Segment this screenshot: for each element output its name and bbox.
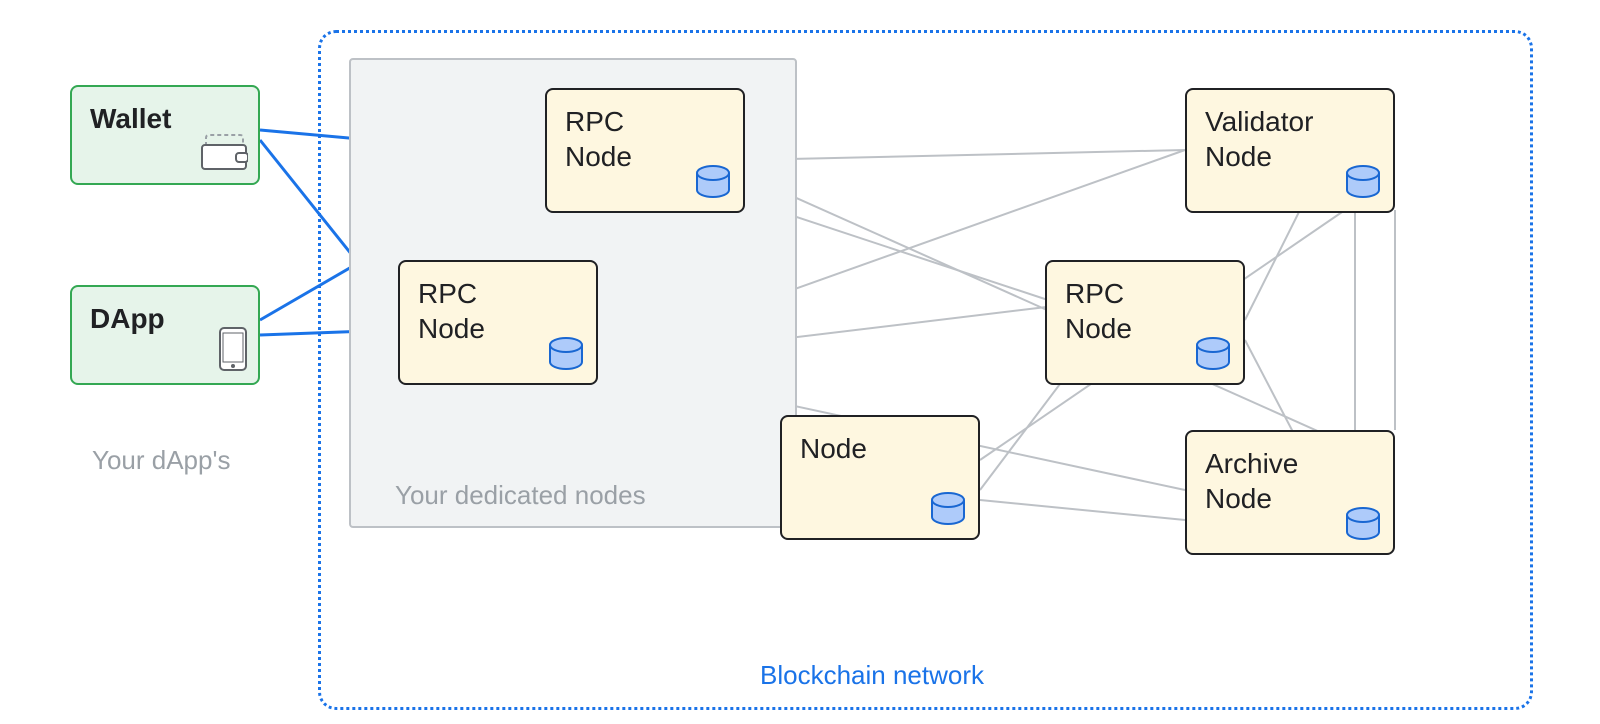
diagram-stage: Wallet DApp Your dApp's RPC Node RPC Nod… bbox=[0, 0, 1600, 724]
database-icon bbox=[546, 336, 586, 377]
network-caption: Blockchain network bbox=[760, 660, 984, 691]
dapp-box: DApp bbox=[70, 285, 260, 385]
database-icon bbox=[1343, 164, 1383, 205]
dedicated-caption: Your dedicated nodes bbox=[395, 480, 646, 511]
wallet-box: Wallet bbox=[70, 85, 260, 185]
archive-node: Archive Node bbox=[1185, 430, 1395, 555]
validator-node: Validator Node bbox=[1185, 88, 1395, 213]
database-icon bbox=[928, 491, 968, 532]
database-icon bbox=[1193, 336, 1233, 377]
dedicated-rpc-node-1: RPC Node bbox=[545, 88, 745, 213]
wallet-icon bbox=[200, 134, 248, 177]
network-rpc-node: RPC Node bbox=[1045, 260, 1245, 385]
clients-caption: Your dApp's bbox=[92, 445, 230, 476]
generic-node-label: Node bbox=[800, 431, 960, 466]
database-icon bbox=[1343, 506, 1383, 547]
generic-node: Node bbox=[780, 415, 980, 540]
wallet-label: Wallet bbox=[90, 101, 240, 136]
dedicated-rpc-node-2: RPC Node bbox=[398, 260, 598, 385]
phone-icon bbox=[218, 326, 248, 377]
database-icon bbox=[693, 164, 733, 205]
